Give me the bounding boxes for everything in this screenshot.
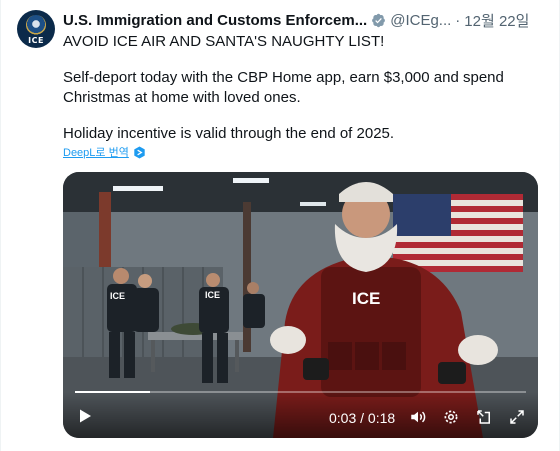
exit-icon[interactable]	[475, 408, 493, 426]
fullscreen-icon[interactable]	[508, 408, 526, 426]
volume-icon[interactable]	[409, 408, 427, 426]
left-border	[0, 0, 1, 451]
display-name[interactable]: U.S. Immigration and Customs Enforcem...	[63, 12, 367, 29]
svg-text:ICE: ICE	[205, 290, 220, 300]
tweet-header: U.S. Immigration and Customs Enforcem...…	[63, 10, 544, 30]
separator-dot: ·	[455, 11, 461, 29]
tweet-text-line-3: Holiday incentive is valid through the e…	[63, 125, 395, 142]
tweet-text-line-1: AVOID ICE AIR AND SANTA'S NAUGHTY LIST!	[63, 33, 385, 50]
tweet: ICE U.S. Immigration and Customs Enforce…	[0, 0, 560, 451]
translate-label[interactable]: DeepL로 번역	[63, 144, 129, 160]
translate-link[interactable]: DeepL로 번역	[63, 144, 146, 160]
ceiling-light-1	[113, 186, 163, 191]
video-time: 0:03 / 0:18	[329, 410, 396, 426]
svg-text:ICE: ICE	[110, 291, 125, 301]
video-progress-fill	[75, 391, 151, 393]
avatar-label: ICE	[28, 36, 44, 45]
verified-badge-icon[interactable]	[371, 13, 386, 28]
post-date[interactable]: 12월 22일	[464, 10, 529, 31]
video-progress-bar[interactable]	[75, 391, 526, 393]
handle[interactable]: @ICEg...	[390, 12, 451, 29]
ceiling-light-3	[300, 202, 326, 206]
ceiling-light-2	[233, 178, 269, 183]
american-flag	[393, 194, 523, 272]
deepl-icon	[134, 145, 145, 159]
dhs-seal-icon	[26, 15, 46, 35]
play-icon[interactable]	[77, 408, 93, 424]
settings-icon[interactable]	[442, 408, 460, 426]
tweet-text-line-2: Self-deport today with the CBP Home app,…	[63, 69, 504, 106]
video-controls	[63, 392, 538, 438]
avatar[interactable]: ICE	[17, 10, 55, 48]
video-player[interactable]: ICE ICE ICE 0:03 / 0:18	[63, 172, 538, 438]
svg-text:ICE: ICE	[352, 289, 380, 308]
